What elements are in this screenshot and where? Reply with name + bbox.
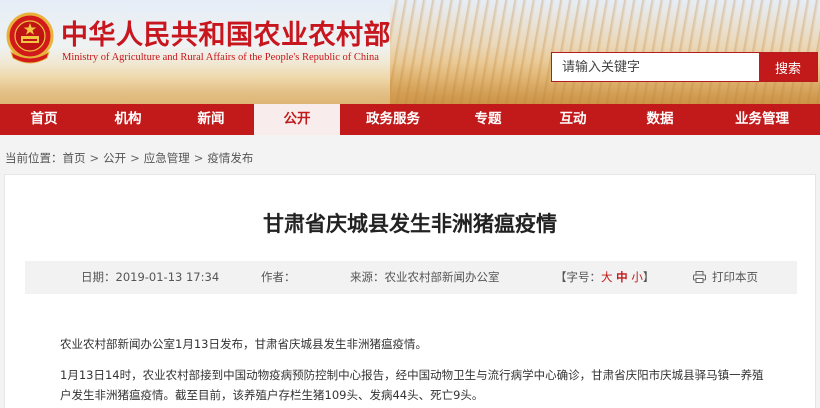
article-paragraph: 农业农村部新闻办公室1月13日发布，甘肃省庆城县发生非洲猪瘟疫情。 (60, 337, 427, 351)
font-size-label: 【字号： (555, 270, 601, 284)
printer-icon (693, 271, 706, 283)
meta-source-label: 来源： (350, 270, 385, 284)
nav-item-government-services[interactable]: 政务服务 (340, 104, 446, 135)
nav-item-public[interactable]: 公开 (254, 104, 340, 135)
font-size-medium-button[interactable]: 中 (616, 270, 628, 284)
breadcrumb-prefix: 当前位置： (5, 151, 63, 165)
article-paragraph: 1月13日14时，农业农村部接到中国动物疫病预防控制中心报告，经中国动物卫生与流… (60, 368, 764, 402)
print-page-button[interactable]: 打印本页 (693, 261, 758, 294)
nav-item-interaction[interactable]: 互动 (530, 104, 616, 135)
meta-author-label: 作者： (261, 270, 296, 284)
site-title[interactable]: 中华人民共和国农业农村部 (61, 13, 391, 52)
search-input[interactable] (552, 53, 759, 81)
search-button[interactable]: 搜索 (759, 53, 817, 81)
breadcrumb-separator: > (193, 151, 204, 165)
breadcrumb-separator: > (130, 151, 140, 165)
print-label: 打印本页 (712, 270, 758, 284)
font-size-selector: 【字号：大 中 小】 (555, 261, 654, 294)
meta-date-value: 2019-01-13 17:34 (115, 270, 220, 284)
header-background (0, 64, 420, 104)
meta-date: 日期：2019-01-13 17:34 (81, 261, 219, 294)
font-size-large-button[interactable]: 大 (601, 270, 613, 284)
meta-source: 来源：农业农村部新闻办公室 (350, 261, 500, 294)
nav-item-business-management[interactable]: 业务管理 (704, 104, 820, 135)
breadcrumb-item-public[interactable]: 公开 (103, 151, 126, 165)
nav-item-home[interactable]: 首页 (0, 104, 88, 135)
breadcrumb: 当前位置：首页 > 公开 > 应急管理 > 疫情发布 (5, 150, 253, 166)
nav-item-data[interactable]: 数据 (616, 104, 704, 135)
national-emblem-icon (6, 12, 54, 64)
meta-source-value: 农业农村部新闻办公室 (384, 270, 500, 284)
breadcrumb-item-home[interactable]: 首页 (63, 151, 86, 165)
breadcrumb-separator: > (89, 151, 100, 165)
site-header: 中华人民共和国农业农村部 Ministry of Agriculture and… (0, 0, 820, 104)
nav-item-news[interactable]: 新闻 (168, 104, 254, 135)
breadcrumb-item-emergency[interactable]: 应急管理 (144, 151, 190, 165)
site-subtitle: Ministry of Agriculture and Rural Affair… (62, 52, 379, 63)
nav-item-organization[interactable]: 机构 (88, 104, 168, 135)
nav-item-topics[interactable]: 专题 (446, 104, 530, 135)
breadcrumb-item-epidemic[interactable]: 疫情发布 (207, 151, 253, 165)
font-size-close: 】 (642, 270, 655, 284)
search-box: 搜索 (551, 52, 818, 82)
main-nav: 首页 机构 新闻 公开 政务服务 专题 互动 数据 业务管理 (0, 104, 820, 135)
font-size-small-button[interactable]: 小 (631, 270, 643, 284)
article-panel: 甘肃省庆城县发生非洲猪瘟疫情 日期：2019-01-13 17:34 作者： 来… (4, 174, 816, 408)
meta-date-label: 日期： (81, 270, 116, 284)
meta-author: 作者： (261, 261, 296, 294)
article-meta-bar: 日期：2019-01-13 17:34 作者： 来源：农业农村部新闻办公室 【字… (25, 261, 797, 294)
article-title: 甘肃省庆城县发生非洲猪瘟疫情 (263, 212, 557, 236)
